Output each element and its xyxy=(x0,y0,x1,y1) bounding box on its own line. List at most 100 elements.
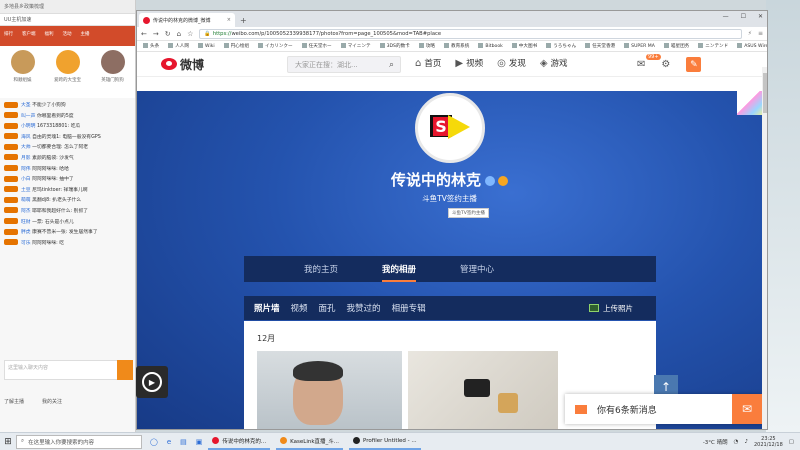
scrollbar-thumb[interactable] xyxy=(763,73,767,113)
chat-username[interactable]: 阿杰 xyxy=(21,209,31,214)
chat-username[interactable]: 月影 xyxy=(21,156,31,161)
profile-tab[interactable]: 我的主页 xyxy=(304,263,338,275)
photo-thumbnail[interactable] xyxy=(257,351,402,429)
forward-icon[interactable]: → xyxy=(153,30,159,38)
bg-chat-input[interactable]: 这里输入聊天内容 xyxy=(4,360,132,380)
bg-address-bar[interactable]: UU主机加速 xyxy=(0,14,135,26)
bg-avatar-card[interactable]: 爱跨的大宝宝 xyxy=(53,50,83,98)
bg-ribbon-item[interactable]: 活动 xyxy=(63,31,72,41)
profile-tab[interactable]: 我的相册 xyxy=(382,263,417,282)
bg-avatar-card[interactable]: 和顺组娱 xyxy=(8,50,38,98)
minimize-icon[interactable]: — xyxy=(723,13,729,20)
start-windows-icon[interactable]: ⊞ xyxy=(0,437,16,447)
album-tab[interactable]: 面孔 xyxy=(319,302,336,314)
close-window-icon[interactable]: ✕ xyxy=(758,13,763,20)
bookmark-item[interactable]: イカリンクー xyxy=(258,43,293,49)
bookmark-item[interactable]: ニンテンド xyxy=(698,43,728,49)
bookmark-item[interactable]: 任天堂ホー xyxy=(302,43,332,49)
bookmark-item[interactable]: 头条 xyxy=(143,43,159,49)
extension-icon[interactable]: ⚡ xyxy=(748,30,752,37)
bookmark-item[interactable]: うろちゃん xyxy=(546,43,576,49)
chat-username[interactable]: 小白 xyxy=(21,177,31,182)
bg-tab[interactable]: 多地县乡政策梳理 xyxy=(0,0,135,14)
weibo-search-input[interactable]: 大家正在搜：湖北... ⌕ xyxy=(287,56,401,73)
chat-username[interactable]: 旺财 xyxy=(21,220,31,225)
chat-username[interactable]: 胖虎 xyxy=(21,230,31,235)
chat-username[interactable]: 大帅 xyxy=(21,145,31,150)
browser-tab[interactable]: 传说中的林克的微博_微博 × xyxy=(139,13,235,27)
chat-username[interactable]: 叫一声 xyxy=(21,114,35,119)
message-icon[interactable]: ✉ xyxy=(637,59,645,70)
bg-avatar-card[interactable]: 英雄门狗狗 xyxy=(98,50,128,98)
network-icon[interactable]: ◔ xyxy=(734,439,739,445)
bg-ribbon-item[interactable]: 客户端 xyxy=(22,31,36,41)
bookmark-item[interactable]: 教育系统 xyxy=(444,43,469,49)
album-tab[interactable]: 照片墙 xyxy=(254,302,280,314)
chat-username[interactable]: 阿伟 xyxy=(21,167,31,172)
taskbar-app[interactable]: 传说中的林克的... xyxy=(208,434,271,450)
bg-bottom-link[interactable]: 我的关注 xyxy=(42,398,62,405)
chat-username[interactable]: 大圣 xyxy=(21,103,31,108)
profile-tab[interactable]: 管理中心 xyxy=(460,263,494,275)
bookmark-item[interactable]: ASUS Wirel xyxy=(737,43,767,49)
bookmark-item[interactable]: 中大图书 xyxy=(512,43,537,49)
album-tab[interactable]: 我赞过的 xyxy=(347,302,381,314)
volume-icon[interactable]: ♪ xyxy=(744,439,748,445)
reload-icon[interactable]: ↻ xyxy=(165,30,171,38)
taskbar-app[interactable]: KaseLink直播_斗... xyxy=(276,434,344,450)
bg-ribbon-item[interactable]: 排行 xyxy=(4,31,13,41)
compose-button[interactable]: ✎ xyxy=(686,57,702,72)
store-icon[interactable]: ▣ xyxy=(196,438,203,446)
bookmark-star-icon[interactable]: ☆ xyxy=(187,30,193,38)
bg-ribbon-item[interactable]: 主播 xyxy=(81,31,90,41)
notification-center-icon[interactable]: ▢ xyxy=(789,439,794,445)
video-play-button[interactable]: ▶ xyxy=(136,366,168,398)
search-icon[interactable]: ⌕ xyxy=(389,60,394,70)
upload-photo-button[interactable]: 上传照片 xyxy=(589,296,633,320)
home-button-icon[interactable]: ⌂ xyxy=(177,30,181,38)
bg-ribbon-item[interactable]: 福利 xyxy=(45,31,54,41)
new-tab-icon[interactable]: + xyxy=(240,16,247,25)
bookmark-item[interactable]: 円心绘组 xyxy=(224,43,249,49)
chat-username[interactable]: 萌萌 xyxy=(21,198,31,203)
chat-bubble-icon[interactable]: ✉ xyxy=(732,394,762,424)
weibo-nav-item[interactable]: ⌂ 首页 xyxy=(415,57,441,70)
album-tab[interactable]: 视频 xyxy=(291,302,308,314)
taskbar-search[interactable]: ⌕ 在这里输入你要搜索的内容 xyxy=(16,434,142,449)
back-icon[interactable]: ← xyxy=(141,30,147,38)
bookmark-item[interactable]: Bitbook xyxy=(478,43,502,49)
task-view-icon[interactable]: ◯ xyxy=(150,438,158,446)
weibo-logo[interactable]: 微博 xyxy=(161,56,204,73)
bookmark-item[interactable]: 攻略 xyxy=(419,43,435,49)
taskbar-app[interactable]: Profiler Untitled - ... xyxy=(349,434,421,450)
weather[interactable]: -3°C 晴朗 xyxy=(703,438,728,446)
weibo-nav-item[interactable]: ◎ 发现 xyxy=(497,57,526,70)
vip-icon[interactable] xyxy=(498,175,508,186)
chat-username[interactable]: 海风 xyxy=(21,135,31,140)
chat-username[interactable]: 可乐 xyxy=(21,241,31,246)
bg-bottom-link[interactable]: 了解主播 xyxy=(4,398,24,405)
address-bar[interactable]: 🔒 https://weibo.com/p/1005052339938177/p… xyxy=(199,28,742,39)
explorer-icon[interactable]: ▤ xyxy=(180,438,187,446)
profile-avatar[interactable]: S xyxy=(415,93,485,163)
maximize-icon[interactable]: ☐ xyxy=(741,13,746,20)
weibo-nav-item[interactable]: ▶ 视频 xyxy=(455,57,483,70)
bg-send-button[interactable] xyxy=(117,360,133,380)
new-message-notification[interactable]: 你有6条新消息 ✉ xyxy=(565,394,762,424)
bookmark-item[interactable]: 喵星团务 xyxy=(664,43,689,49)
weibo-nav-item[interactable]: ◈ 游戏 xyxy=(540,57,568,70)
bookmark-item[interactable]: 人人网 xyxy=(168,43,189,49)
chat-username[interactable]: 土豆 xyxy=(21,188,31,193)
close-tab-icon[interactable]: × xyxy=(227,17,231,23)
bookmark-item[interactable]: 任天堂香港 xyxy=(585,43,615,49)
menu-icon[interactable]: ≡ xyxy=(758,30,763,37)
edge-icon[interactable]: e xyxy=(167,438,171,446)
clock[interactable]: 23:25 2021/12/18 xyxy=(754,436,783,448)
page-scrollbar[interactable] xyxy=(762,67,767,429)
photo-thumbnail[interactable] xyxy=(408,351,558,429)
bookmark-item[interactable]: マイニンテ xyxy=(341,43,371,49)
album-tab[interactable]: 相册专辑 xyxy=(392,302,426,314)
chat-username[interactable]: 小明明 xyxy=(21,124,35,129)
bookmark-item[interactable]: SUPER MA xyxy=(624,43,655,49)
bookmark-item[interactable]: 3DS的数卡 xyxy=(380,43,410,49)
